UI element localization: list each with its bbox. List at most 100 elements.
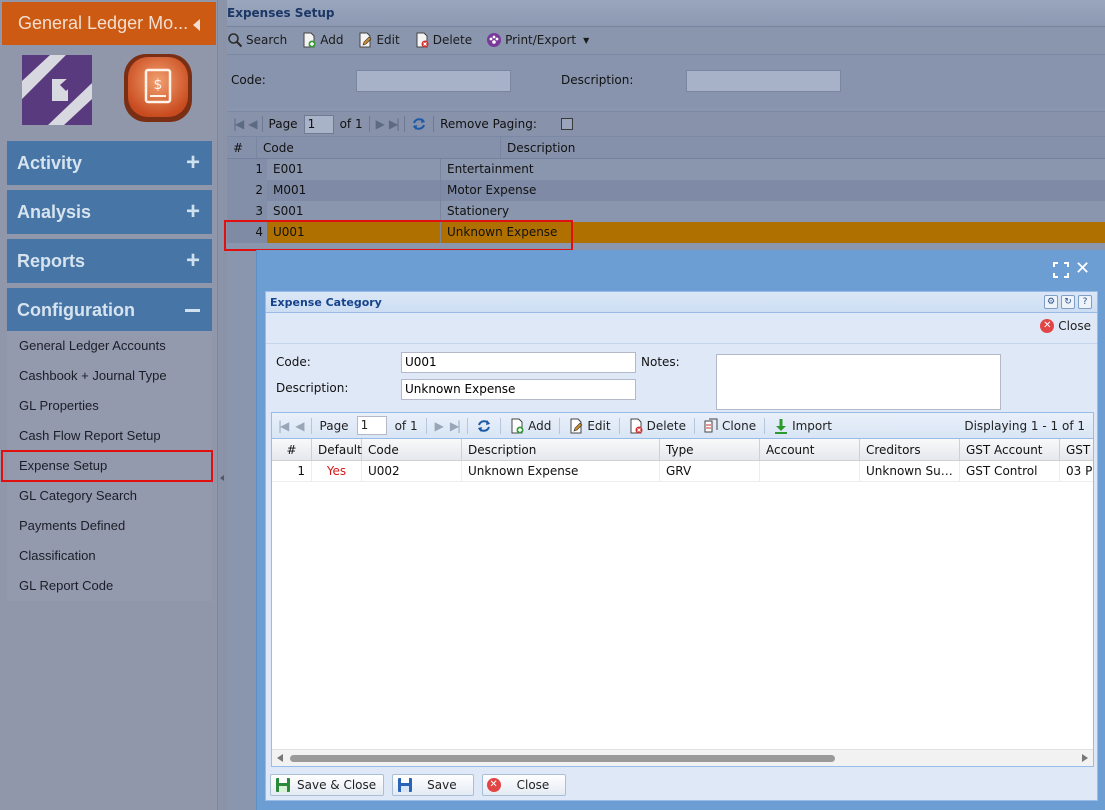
collapse-arrow-icon[interactable] xyxy=(193,19,200,31)
print-export-button[interactable]: Print/Export ▼ xyxy=(486,32,589,48)
column-header-account[interactable]: Account xyxy=(760,439,860,460)
sidebar-item-gl-report-code[interactable]: GL Report Code xyxy=(7,571,212,601)
expand-plus-icon[interactable]: + xyxy=(186,141,200,185)
sidebar-item-cashbook-journal-type[interactable]: Cashbook + Journal Type xyxy=(7,361,212,391)
app-title-bar: General Ledger Mo... xyxy=(2,2,216,45)
prev-page-icon[interactable]: ◀ xyxy=(295,419,304,433)
column-header-code[interactable]: Code xyxy=(362,439,462,460)
accordion-reports-label: Reports xyxy=(17,251,86,271)
help-icon[interactable]: ? xyxy=(1078,295,1092,309)
import-button[interactable]: Import xyxy=(773,418,832,434)
description-filter-input[interactable] xyxy=(686,70,841,92)
table-row[interactable]: 3 S001 Stationery xyxy=(227,201,1105,222)
refresh-icon[interactable] xyxy=(411,116,427,132)
close-button[interactable]: ✕ Close xyxy=(481,774,567,796)
edit-button[interactable]: Edit xyxy=(357,32,400,48)
column-header-description[interactable]: Description xyxy=(501,137,1105,158)
column-header-gst-type[interactable]: GST T xyxy=(1060,439,1093,460)
splitter-arrow-icon[interactable] xyxy=(220,475,224,481)
settings-icon[interactable]: ⚙ xyxy=(1044,295,1058,309)
accordion-activity-label: Activity xyxy=(17,153,83,173)
table-row[interactable]: 2 M001 Motor Expense xyxy=(227,180,1105,201)
notes-textarea[interactable] xyxy=(716,354,1001,410)
grid-pager: |◀ ◀ Page 1 of 1 ▶ ▶| Remove Paging: xyxy=(227,111,1105,137)
filter-form: Code: Description: xyxy=(227,54,1105,108)
pager-divider xyxy=(261,116,263,132)
sidebar-item-gl-properties[interactable]: GL Properties xyxy=(7,391,212,421)
expense-category-modal: ✕ Expense Category ⚙ ↻ ? ✕ Close Code: U… xyxy=(256,250,1105,810)
expand-plus-icon[interactable]: + xyxy=(186,239,200,283)
panel-header: Expense Category xyxy=(266,292,1097,313)
table-row[interactable]: 1 E001 Entertainment xyxy=(227,159,1105,180)
expense-category-panel: Expense Category ⚙ ↻ ? ✕ Close Code: U00… xyxy=(265,291,1098,801)
add-line-label: Add xyxy=(528,418,552,433)
edit-line-button[interactable]: Edit xyxy=(568,418,611,434)
column-header-code[interactable]: Code xyxy=(257,137,501,158)
scrollbar-thumb[interactable] xyxy=(290,755,835,762)
row-creditors: Unknown Suppl... xyxy=(860,461,960,481)
column-header-number[interactable]: # xyxy=(272,439,312,460)
modal-button-bar: Save & Close Save ✕ Close xyxy=(266,770,1097,800)
code-field[interactable]: U001 xyxy=(401,352,636,373)
accordion-analysis[interactable]: Analysis + xyxy=(7,190,212,234)
remove-paging-checkbox[interactable] xyxy=(560,118,573,130)
accordion-configuration[interactable]: Configuration xyxy=(7,288,212,332)
column-header-description[interactable]: Description xyxy=(462,439,660,460)
accordion-activity[interactable]: Activity + xyxy=(7,141,212,185)
add-button[interactable]: Add xyxy=(301,32,343,48)
accordion-reports[interactable]: Reports + xyxy=(7,239,212,283)
scroll-left-icon[interactable] xyxy=(277,754,283,762)
next-page-icon[interactable]: ▶ xyxy=(376,117,385,131)
sidebar-item-payments-defined[interactable]: Payments Defined xyxy=(7,511,212,541)
maximize-icon[interactable] xyxy=(1053,262,1069,278)
column-header-default[interactable]: Default xyxy=(312,439,362,460)
last-page-icon[interactable]: ▶| xyxy=(450,419,461,433)
clone-line-label: Clone xyxy=(722,418,757,433)
first-page-icon[interactable]: |◀ xyxy=(233,117,244,131)
page-number-input[interactable]: 1 xyxy=(356,416,387,435)
delete-button[interactable]: Delete xyxy=(414,32,472,48)
save-and-close-label: Save & Close xyxy=(297,778,377,792)
expand-plus-icon[interactable]: + xyxy=(186,190,200,234)
next-page-icon[interactable]: ▶ xyxy=(435,419,444,433)
page-number-input[interactable]: 1 xyxy=(303,114,334,134)
sidebar-item-expense-setup[interactable]: Expense Setup xyxy=(1,450,213,482)
close-circle-icon: ✕ xyxy=(486,778,501,792)
search-button[interactable]: Search xyxy=(227,32,287,48)
close-label: Close xyxy=(516,778,550,792)
edit-button-label: Edit xyxy=(376,33,400,47)
save-button[interactable]: Save xyxy=(392,774,474,796)
column-header-creditors[interactable]: Creditors xyxy=(860,439,960,460)
add-document-icon xyxy=(303,32,316,48)
sidebar-item-cash-flow-report-setup[interactable]: Cash Flow Report Setup xyxy=(7,421,212,451)
column-header-type[interactable]: Type xyxy=(660,439,760,460)
sidebar-splitter[interactable] xyxy=(217,0,227,810)
save-and-close-button[interactable]: Save & Close xyxy=(270,774,385,796)
refresh-icon[interactable]: ↻ xyxy=(1061,295,1075,309)
close-top-label: Close xyxy=(1058,319,1091,333)
refresh-icon[interactable] xyxy=(476,418,492,434)
description-filter-label: Description: xyxy=(561,73,634,87)
horizontal-scrollbar[interactable] xyxy=(272,749,1093,766)
scroll-right-icon[interactable] xyxy=(1082,754,1088,762)
pager-divider xyxy=(404,116,406,132)
close-top-button[interactable]: ✕ Close xyxy=(1040,319,1091,333)
table-row[interactable]: 1 Yes U002 Unknown Expense GRV Unknown S… xyxy=(272,461,1093,482)
row-code: U002 xyxy=(362,461,462,481)
sidebar-item-general-ledger-accounts[interactable]: General Ledger Accounts xyxy=(7,331,212,361)
sidebar-item-gl-category-search[interactable]: GL Category Search xyxy=(7,481,212,511)
collapse-minus-icon[interactable] xyxy=(185,309,200,312)
toolbar-divider xyxy=(500,417,502,434)
first-page-icon[interactable]: |◀ xyxy=(278,419,289,433)
add-line-button[interactable]: Add xyxy=(509,418,551,434)
code-filter-input[interactable] xyxy=(356,70,511,92)
column-header-gst-account[interactable]: GST Account xyxy=(960,439,1060,460)
prev-page-icon[interactable]: ◀ xyxy=(248,117,257,131)
close-icon[interactable]: ✕ xyxy=(1075,260,1091,278)
sidebar-item-classification[interactable]: Classification xyxy=(7,541,212,571)
column-header-number[interactable]: # xyxy=(227,137,257,158)
clone-line-button[interactable]: Clone xyxy=(703,418,756,434)
last-page-icon[interactable]: ▶| xyxy=(389,117,400,131)
delete-line-button[interactable]: Delete xyxy=(628,418,686,434)
description-field[interactable]: Unknown Expense xyxy=(401,379,636,400)
